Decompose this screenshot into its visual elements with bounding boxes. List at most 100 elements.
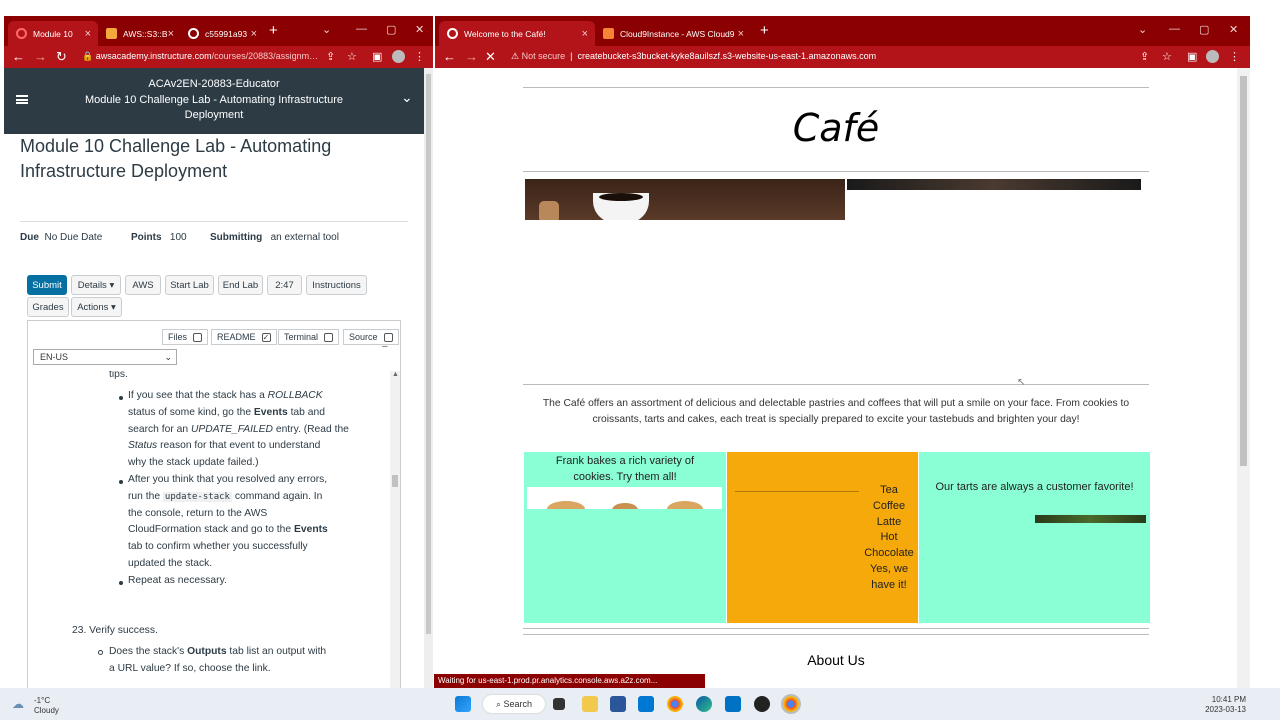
readme-toggle[interactable]: README ✓ [211, 329, 277, 345]
loading-icon [447, 28, 458, 39]
windows-taskbar: ☁ -1°C Cloudy ⌕ Search 10:41 PM 2023-03-… [0, 688, 1280, 720]
task-view-icon[interactable] [553, 698, 565, 710]
instructions-button[interactable]: Instructions [306, 275, 367, 295]
terminal-toggle[interactable]: Terminal [278, 329, 340, 345]
close-icon[interactable]: × [251, 28, 257, 40]
mail-icon[interactable] [638, 696, 654, 712]
system-clock[interactable]: 10:41 PM 2023-03-13 [1196, 695, 1246, 715]
bullet-hollow [98, 650, 103, 655]
about-us-heading: About Us [807, 652, 865, 668]
scroll-up-icon[interactable]: ▲ [392, 371, 399, 378]
close-icon[interactable]: × [85, 28, 91, 40]
profile-avatar[interactable] [392, 50, 405, 63]
forward-icon[interactable]: → [465, 49, 478, 64]
source-toggle[interactable]: Source [343, 329, 399, 345]
weather-widget[interactable]: -1°C Cloudy [34, 696, 59, 716]
forward-icon[interactable]: → [34, 49, 47, 64]
stop-loading-icon[interactable]: ✕ [485, 49, 496, 65]
profile-avatar[interactable] [1206, 50, 1219, 63]
tab-c55991[interactable]: c55991a93 × [180, 21, 264, 46]
instructions-scrollbar[interactable]: ▲ [390, 371, 400, 688]
scrollbar-thumb[interactable] [392, 475, 398, 487]
close-icon[interactable]: × [168, 28, 174, 40]
minimize-button[interactable]: — [1169, 23, 1180, 35]
submit-button[interactable]: Submit [27, 275, 67, 295]
checkbox[interactable] [324, 332, 334, 342]
close-window-button[interactable]: ✕ [415, 23, 424, 36]
hamburger-menu-icon[interactable] [16, 95, 28, 104]
scrollbar-thumb[interactable] [426, 74, 431, 634]
chevron-down-icon: ⌄ [164, 352, 172, 362]
site-description: The Café offers an assortment of delicio… [542, 398, 1130, 425]
page-scrollbar[interactable] [1237, 68, 1250, 688]
taskbar-search[interactable]: ⌕ Search [482, 694, 546, 714]
maximize-button[interactable]: ▢ [1199, 23, 1209, 36]
drinks-list: Tea Coffee Latte Hot Chocolate Yes, we h… [864, 484, 914, 591]
close-icon[interactable]: × [738, 28, 744, 40]
tab-aws-s3[interactable]: AWS::S3::B × [98, 21, 180, 46]
cookie-shape [612, 503, 638, 509]
new-tab-button[interactable]: + [269, 22, 278, 39]
obs-icon[interactable] [754, 696, 770, 712]
cookie-shape [547, 501, 585, 509]
text-tips: tips. [109, 371, 128, 380]
tab-welcome-cafe[interactable]: Welcome to the Café! × [439, 21, 595, 46]
close-window-button[interactable]: ✕ [1229, 23, 1238, 36]
back-icon[interactable]: ← [12, 49, 25, 64]
actions-button[interactable]: Actions ▾ [71, 297, 122, 317]
chrome-icon[interactable] [667, 696, 683, 712]
windows-start-icon[interactable] [455, 696, 471, 712]
share-icon[interactable]: ⇪ [1140, 50, 1149, 63]
close-icon[interactable]: × [582, 28, 588, 40]
right-address-bar: ← → ✕ ⚠ Not secure | createbucket-s3buck… [435, 46, 1250, 68]
language-select[interactable]: EN-US ⌄ [33, 349, 177, 365]
scrollbar-thumb[interactable] [1240, 76, 1247, 466]
collapse-icon[interactable]: – [382, 341, 388, 352]
tab-module-10[interactable]: Module 10 × [8, 21, 98, 46]
back-icon[interactable]: ← [443, 49, 456, 64]
tarts-image [1035, 515, 1146, 523]
store-icon[interactable] [610, 696, 626, 712]
tab-search-icon[interactable]: ⌄ [322, 23, 331, 36]
chevron-down-icon[interactable]: ⌄ [401, 89, 413, 106]
file-explorer-icon[interactable] [582, 696, 598, 712]
divider [20, 221, 408, 222]
reload-icon[interactable]: ↻ [56, 49, 67, 65]
pastry-image [847, 179, 1141, 190]
menu-kebab-icon[interactable]: ⋮ [414, 50, 425, 63]
url-field[interactable]: ⚠ Not secure | createbucket-s3bucket-kyk… [511, 51, 876, 62]
grades-button[interactable]: Grades [27, 297, 69, 317]
tab-search-icon[interactable]: ⌄ [1138, 23, 1147, 36]
details-button[interactable]: Details ▾ [71, 275, 121, 295]
edge-icon[interactable] [696, 696, 712, 712]
right-browser-window: Welcome to the Café! × Cloud9Instance - A… [435, 16, 1250, 688]
due-info: Due No Due Date [20, 232, 103, 243]
start-lab-button[interactable]: Start Lab [165, 275, 214, 295]
sidepanel-icon[interactable]: ▣ [1187, 50, 1197, 63]
checkbox-checked[interactable]: ✓ [261, 332, 271, 342]
menu-kebab-icon[interactable]: ⋮ [1229, 50, 1240, 63]
files-toggle[interactable]: Files [162, 329, 209, 345]
share-icon[interactable]: ⇪ [326, 50, 335, 63]
checkbox[interactable] [193, 332, 203, 342]
page-scrollbar[interactable] [424, 68, 433, 688]
end-lab-button[interactable]: End Lab [218, 275, 263, 295]
bookmark-star-icon[interactable]: ☆ [347, 50, 357, 63]
tab-cloud9[interactable]: Cloud9Instance - AWS Cloud9 × [595, 21, 751, 46]
list-item-repeat: Repeat as necessary. [128, 575, 227, 586]
globe-icon [188, 28, 199, 39]
url-field[interactable]: 🔒 awsacademy.instructure.com/courses/208… [82, 51, 318, 62]
divider [523, 384, 1149, 385]
bookmark-star-icon[interactable]: ☆ [1162, 50, 1172, 63]
chrome-active-icon[interactable] [781, 694, 801, 714]
minimize-button[interactable]: — [356, 23, 367, 35]
powershell-icon[interactable] [725, 696, 741, 712]
maximize-button[interactable]: ▢ [386, 23, 396, 36]
new-tab-button[interactable]: + [760, 22, 769, 39]
sidepanel-icon[interactable]: ▣ [372, 50, 382, 63]
readme-panel: Files README ✓ Terminal Source EN-US ⌄ – t… [27, 320, 401, 688]
list-item-outputs: Does the stack's Outputs tab list an out… [109, 646, 327, 674]
cloud-weather-icon[interactable]: ☁ [12, 697, 24, 711]
aws-button[interactable]: AWS [125, 275, 161, 295]
cookies-panel: Frank bakes a rich variety of cookies. T… [524, 452, 726, 623]
